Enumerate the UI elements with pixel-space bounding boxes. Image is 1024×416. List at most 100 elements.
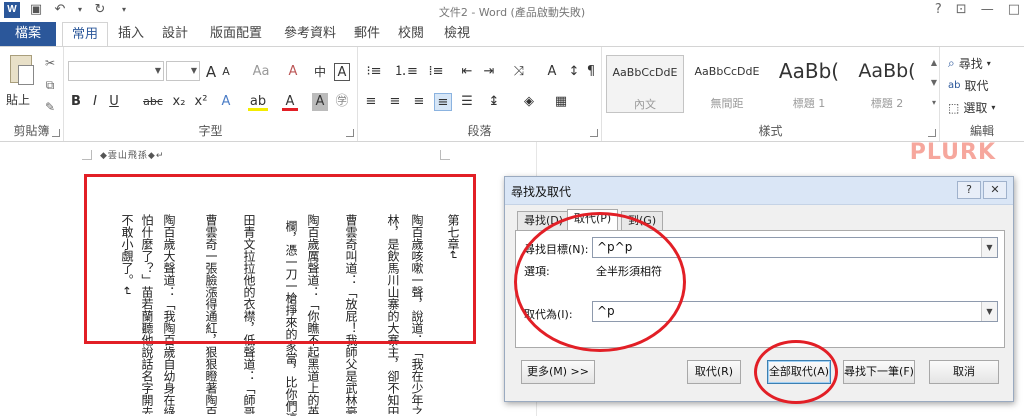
character-border-button[interactable]: A — [334, 63, 350, 81]
multilevel-list-icon[interactable]: ⁞≡ — [424, 63, 448, 81]
replace-button[interactable]: 取代(R) — [687, 360, 741, 384]
ribbon-display-icon[interactable]: ⊡ — [956, 2, 967, 17]
strikethrough-button[interactable]: abc — [140, 93, 166, 111]
style-no-spacing[interactable]: AaBbCcDdE 無間距 — [688, 55, 766, 113]
find-history-dropdown-icon[interactable]: ▼ — [981, 238, 997, 257]
minimize-button[interactable]: — — [981, 2, 994, 17]
borders-icon[interactable]: ▦ — [552, 93, 570, 111]
dialog-close-button[interactable]: ✕ — [983, 181, 1007, 199]
tab-view[interactable]: 檢視 — [438, 22, 476, 46]
increase-indent-icon[interactable]: ⇥ — [480, 63, 498, 81]
find-next-button[interactable]: 尋找下一筆(F) — [843, 360, 915, 384]
restore-button[interactable]: □ — [1008, 2, 1020, 17]
tab-file[interactable]: 檔案 — [0, 22, 56, 46]
numbering-icon[interactable]: ⒈≡ — [394, 63, 418, 81]
clipboard-group: 貼上 ✂ ⧉ ✎ 剪貼簿 — [0, 47, 64, 141]
bold-button[interactable]: B — [68, 93, 84, 111]
superscript-button[interactable]: x² — [192, 93, 210, 111]
styles-group-label: 樣式 — [758, 124, 783, 138]
text-effects-button[interactable]: A — [218, 93, 234, 111]
tab-mailings[interactable]: 郵件 — [348, 22, 386, 46]
phonetic-guide-button[interactable]: 中 — [310, 63, 330, 81]
align-left-icon[interactable]: ≡ — [362, 93, 380, 111]
sort-icon[interactable]: ↕ — [566, 63, 582, 81]
style-normal[interactable]: AaBbCcDdE 內文 — [606, 55, 684, 113]
tab-design[interactable]: 設計 — [156, 22, 194, 46]
font-name-combobox[interactable]: ▼ — [68, 61, 164, 81]
more-button[interactable]: 更多(M) >> — [521, 360, 595, 384]
copy-icon[interactable]: ⧉ — [42, 77, 58, 93]
shrink-font-button[interactable]: A — [220, 63, 232, 81]
styles-launcher-icon[interactable] — [928, 129, 936, 137]
text-direction-icon[interactable]: ⤨ — [508, 63, 530, 81]
cut-icon[interactable]: ✂ — [42, 55, 58, 71]
dialog-title: 尋找及取代 — [511, 185, 572, 199]
title-bar: W ▣ ↶ ▾ ↻ ▾ 文件2 - Word (產品啟動失敗) ? ⊡ — □ — [0, 0, 1024, 22]
crop-mark — [440, 150, 450, 160]
style-heading-2[interactable]: AaBb( 標題 2 — [848, 55, 926, 113]
underline-button[interactable]: U — [106, 93, 122, 111]
ribbon-tabs: 檔案 常用 插入 設計 版面配置 參考資料 郵件 校閱 檢視 — [0, 22, 1024, 47]
window-title: 文件2 - Word (產品啟動失敗) — [438, 6, 586, 19]
tab-review[interactable]: 校閱 — [392, 22, 430, 46]
italic-button[interactable]: I — [88, 93, 102, 111]
annotation-circle-inputs — [514, 212, 686, 352]
find-button[interactable]: ⌕ 尋找 ▾ — [948, 55, 991, 72]
grow-font-button[interactable]: A — [204, 63, 218, 81]
align-right-icon[interactable]: ≡ — [410, 93, 428, 111]
asian-layout-icon[interactable]: A — [542, 63, 562, 81]
dialog-help-button[interactable]: ? — [957, 181, 981, 199]
plurk-watermark: PLURK — [909, 140, 996, 165]
tab-layout[interactable]: 版面配置 — [204, 22, 268, 46]
font-color-button[interactable]: A — [282, 93, 298, 111]
paste-button[interactable]: 貼上 — [6, 91, 30, 108]
shading-icon[interactable]: ◈ — [520, 93, 538, 111]
help-button[interactable]: ? — [935, 2, 942, 17]
bullets-icon[interactable]: ⁝≡ — [362, 63, 386, 81]
paste-icon[interactable] — [6, 55, 36, 87]
paragraph-launcher-icon[interactable] — [590, 129, 598, 137]
window-controls: ? ⊡ — □ — [935, 2, 1020, 17]
select-icon: ⬚ — [948, 100, 960, 115]
annotation-rectangle — [84, 174, 476, 344]
font-launcher-icon[interactable] — [346, 129, 354, 137]
show-marks-icon[interactable]: ¶ — [584, 63, 598, 81]
editing-group-label: 編輯 — [969, 124, 994, 138]
justify-icon[interactable]: ≡ — [434, 93, 452, 111]
dialog-titlebar[interactable]: 尋找及取代 ? ✕ — [505, 177, 1013, 205]
select-button[interactable]: ⬚ 選取 ▾ — [948, 99, 995, 116]
replace-history-dropdown-icon[interactable]: ▼ — [981, 302, 997, 321]
styles-group: AaBbCcDdE 內文 AaBbCcDdE 無間距 AaBb( 標題 1 Aa… — [602, 47, 940, 141]
paragraph-group: ⁝≡ ⒈≡ ⁞≡ ⇤ ⇥ ⤨ A ↕ ¶ ≡ ≡ ≡ ≡ ☰ ↨ ◈ ▦ 段落 — [358, 47, 602, 141]
font-size-combobox[interactable]: ▼ — [166, 61, 200, 81]
replace-button[interactable]: ab 取代 — [948, 77, 989, 94]
cancel-button[interactable]: 取消 — [929, 360, 999, 384]
find-icon: ⌕ — [948, 56, 955, 70]
decrease-indent-icon[interactable]: ⇤ — [458, 63, 476, 81]
annotation-circle-replace-all — [754, 340, 838, 404]
align-center-icon[interactable]: ≡ — [386, 93, 404, 111]
replace-icon: ab — [948, 80, 961, 91]
distributed-icon[interactable]: ☰ — [458, 93, 476, 111]
change-case-button[interactable]: Aa — [250, 63, 272, 81]
line-spacing-icon[interactable]: ↨ — [484, 93, 504, 111]
enclose-characters-icon[interactable]: ㊫ — [334, 93, 350, 111]
tab-home[interactable]: 常用 — [62, 22, 108, 47]
character-shading-button[interactable]: A — [312, 93, 328, 111]
tab-references[interactable]: 參考資料 — [278, 22, 342, 46]
format-painter-icon[interactable]: ✎ — [42, 99, 58, 115]
paragraph-group-label: 段落 — [467, 124, 492, 138]
clipboard-launcher-icon[interactable] — [52, 129, 60, 137]
subscript-button[interactable]: x₂ — [170, 93, 188, 111]
font-group-label: 字型 — [198, 124, 223, 138]
page-header: ◆雲山飛孫◆↵ — [100, 151, 165, 161]
crop-mark — [82, 150, 92, 160]
clear-formatting-button[interactable]: A — [286, 63, 300, 81]
ribbon: 貼上 ✂ ⧉ ✎ 剪貼簿 ▼ ▼ A A Aa A 中 A B I U abc … — [0, 46, 1024, 142]
tab-insert[interactable]: 插入 — [112, 22, 150, 46]
find-dropdown-icon: ▾ — [986, 59, 991, 68]
select-dropdown-icon: ▾ — [991, 103, 996, 112]
highlight-button[interactable]: ab — [248, 93, 268, 111]
font-group: ▼ ▼ A A Aa A 中 A B I U abc x₂ x² A ab A … — [64, 47, 358, 141]
style-heading-1[interactable]: AaBb( 標題 1 — [770, 55, 848, 113]
